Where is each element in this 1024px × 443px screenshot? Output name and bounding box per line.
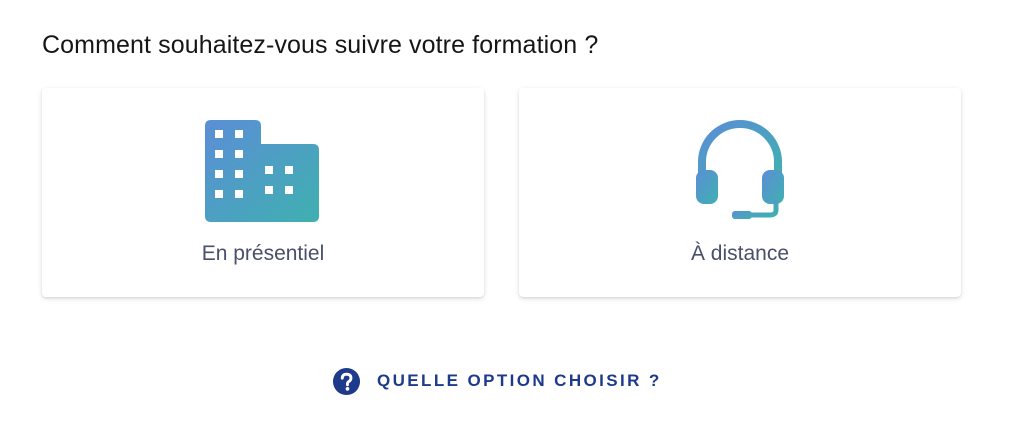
building-icon [203, 116, 323, 224]
page: Comment souhaitez-vous suivre votre form… [0, 0, 1024, 443]
option-card-onsite[interactable]: En présentiel [42, 88, 484, 297]
help-link-label: QUELLE OPTION CHOISIR ? [377, 371, 662, 390]
option-card-remote[interactable]: À distance [519, 88, 961, 297]
question-heading: Comment souhaitez-vous suivre votre form… [42, 31, 599, 59]
question-circle-icon [332, 367, 361, 396]
help-link[interactable]: QUELLE OPTION CHOISIR ? [332, 366, 662, 396]
headset-icon [680, 116, 800, 224]
option-label-remote: À distance [690, 242, 790, 265]
option-label-onsite: En présentiel [201, 242, 325, 265]
